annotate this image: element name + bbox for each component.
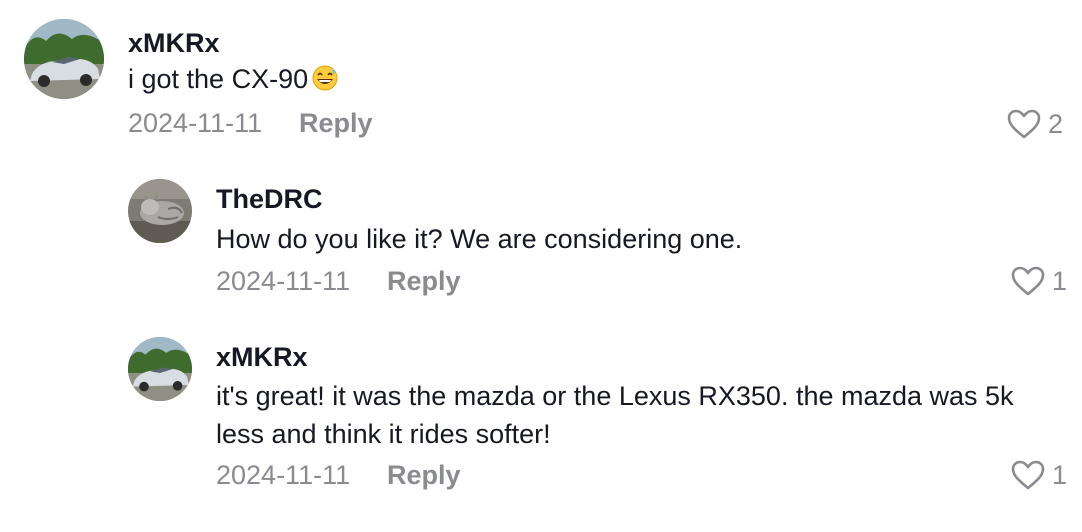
grinning-sweat-emoji-icon — [312, 63, 338, 91]
comment-text: How do you like it? We are considering o… — [216, 224, 743, 254]
heart-icon — [1011, 460, 1045, 490]
heart-icon — [1011, 266, 1045, 296]
like-count: 2 — [1048, 108, 1064, 139]
comment-date: 2024-11-11 — [216, 266, 351, 296]
comment-date: 2024-11-11 — [128, 108, 263, 138]
reply-button[interactable]: Reply — [387, 460, 461, 491]
comment-username[interactable]: xMKRx — [216, 342, 308, 373]
avatar[interactable] — [128, 337, 192, 401]
like-count: 1 — [1052, 265, 1068, 296]
heart-icon — [1007, 109, 1041, 139]
avatar[interactable] — [24, 19, 104, 99]
cat-photo-avatar-icon — [128, 179, 192, 243]
comment-username[interactable]: TheDRC — [216, 184, 323, 215]
comment-date: 2024-11-11 — [216, 460, 351, 490]
car-photo-avatar-icon — [24, 19, 104, 99]
comment-text-body: i got the CX-90 — [128, 64, 309, 94]
car-photo-avatar-icon — [128, 337, 192, 401]
reply-button[interactable]: Reply — [387, 266, 461, 297]
like-button[interactable]: 2 — [1006, 108, 1063, 140]
reply-button[interactable]: Reply — [299, 108, 373, 139]
like-button[interactable]: 1 — [1010, 265, 1067, 297]
comment-text: i got the CX-90 — [128, 60, 338, 98]
comment-username[interactable]: xMKRx — [128, 28, 220, 59]
avatar[interactable] — [128, 179, 192, 243]
like-count: 1 — [1052, 459, 1068, 490]
comment-text: it's great! it was the mazda or the Lexu… — [216, 381, 1014, 449]
like-button[interactable]: 1 — [1010, 459, 1067, 491]
